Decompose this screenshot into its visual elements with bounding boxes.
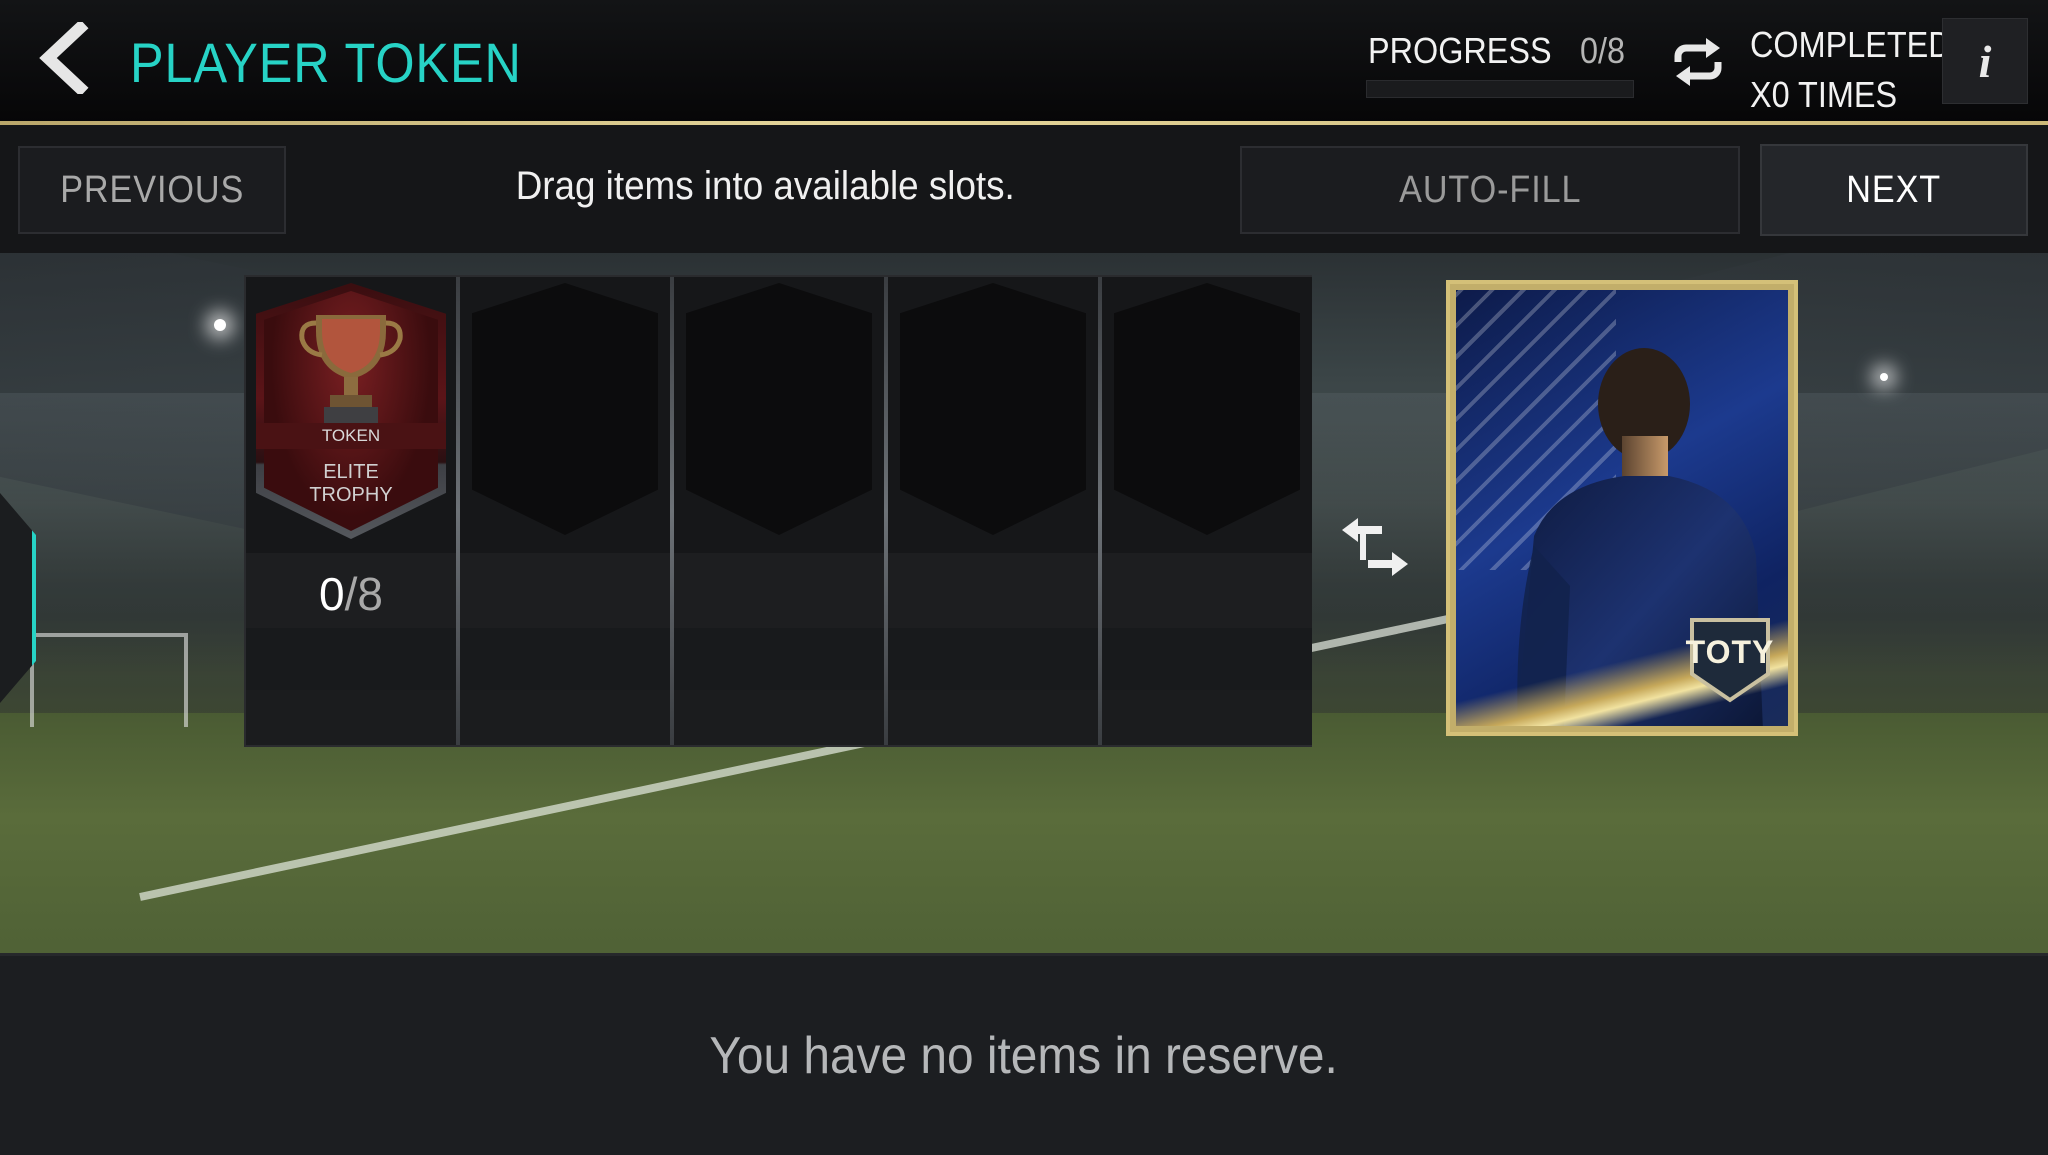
- empty-slot[interactable]: [888, 277, 1098, 745]
- slot-band: [246, 690, 456, 745]
- slot-band: [674, 553, 884, 628]
- token-count-separator: /: [344, 568, 358, 620]
- page-title: PLAYER TOKEN: [130, 31, 522, 94]
- completed-count: X0 TIMES: [1750, 74, 1898, 115]
- empty-slot-placeholder: [1114, 283, 1300, 535]
- slot-band: [460, 690, 670, 745]
- empty-slot-placeholder: [472, 283, 658, 535]
- instruction-text: Drag items into available slots.: [300, 164, 1230, 209]
- token-count-required: 8: [357, 568, 383, 620]
- exchange-arrows-icon: [1342, 518, 1408, 576]
- info-icon: i: [1978, 35, 1992, 87]
- floodlight: [1880, 373, 1888, 381]
- token-slot[interactable]: TOKEN ELITE TROPHY 0/8: [246, 277, 456, 745]
- previous-button[interactable]: PREVIOUS: [18, 146, 286, 234]
- slot-band: [674, 690, 884, 745]
- next-button[interactable]: NEXT: [1760, 144, 2028, 236]
- back-chevron-icon[interactable]: [36, 22, 96, 94]
- slot-band: [674, 628, 884, 690]
- trophy-icon: [299, 315, 403, 425]
- next-label: NEXT: [1846, 168, 1942, 211]
- empty-slot-placeholder: [900, 283, 1086, 535]
- slot-band: [888, 690, 1098, 745]
- slot-band: [888, 628, 1098, 690]
- auto-fill-button[interactable]: AUTO-FILL: [1240, 146, 1740, 234]
- goal-frame: [30, 633, 188, 727]
- reserve-empty-message: You have no items in reserve.: [0, 1026, 2048, 1086]
- repeat-icon: [1674, 38, 1722, 86]
- previous-label: PREVIOUS: [60, 168, 244, 211]
- toty-label: TOTY: [1685, 634, 1775, 670]
- empty-slot[interactable]: [674, 277, 884, 745]
- slot-band: [888, 553, 1098, 628]
- slot-band: [1102, 553, 1312, 628]
- empty-slot[interactable]: [460, 277, 670, 745]
- token-count-current: 0: [319, 568, 345, 620]
- progress-value: 0/8: [1580, 30, 1626, 71]
- slot-band: [1102, 690, 1312, 745]
- token-name-line1: ELITE: [323, 461, 379, 483]
- slot-band: [460, 553, 670, 628]
- progress-label: PROGRESS: [1368, 30, 1552, 71]
- token-name: ELITE TROPHY: [256, 461, 446, 507]
- slot-band: [460, 628, 670, 690]
- completed-label: COMPLETED: [1750, 24, 1952, 65]
- token-count: 0/8: [246, 567, 456, 621]
- reward-card[interactable]: TOTY: [1446, 280, 1798, 736]
- instruction-label: Drag items into available slots.: [515, 164, 1015, 208]
- reserve-message-label: You have no items in reserve.: [709, 1027, 1339, 1085]
- reward-card-art: TOTY: [1456, 290, 1788, 726]
- slot-panel: TOKEN ELITE TROPHY 0/8: [244, 275, 1312, 747]
- floodlight: [214, 319, 226, 331]
- elite-trophy-token-card[interactable]: TOKEN ELITE TROPHY: [256, 283, 446, 539]
- toty-badge: TOTY: [1682, 612, 1778, 704]
- progress-bar: [1366, 80, 1634, 98]
- empty-slot-placeholder: [686, 283, 872, 535]
- auto-fill-label: AUTO-FILL: [1398, 168, 1582, 211]
- info-button[interactable]: i: [1942, 18, 2028, 104]
- pitch: [0, 713, 2048, 953]
- token-name-line2: TROPHY: [309, 484, 393, 506]
- slot-band: [1102, 628, 1312, 690]
- reserve-panel: You have no items in reserve.: [0, 953, 2048, 1155]
- token-type-label: TOKEN: [256, 423, 446, 449]
- slot-band: [246, 628, 456, 690]
- empty-slot[interactable]: [1102, 277, 1312, 745]
